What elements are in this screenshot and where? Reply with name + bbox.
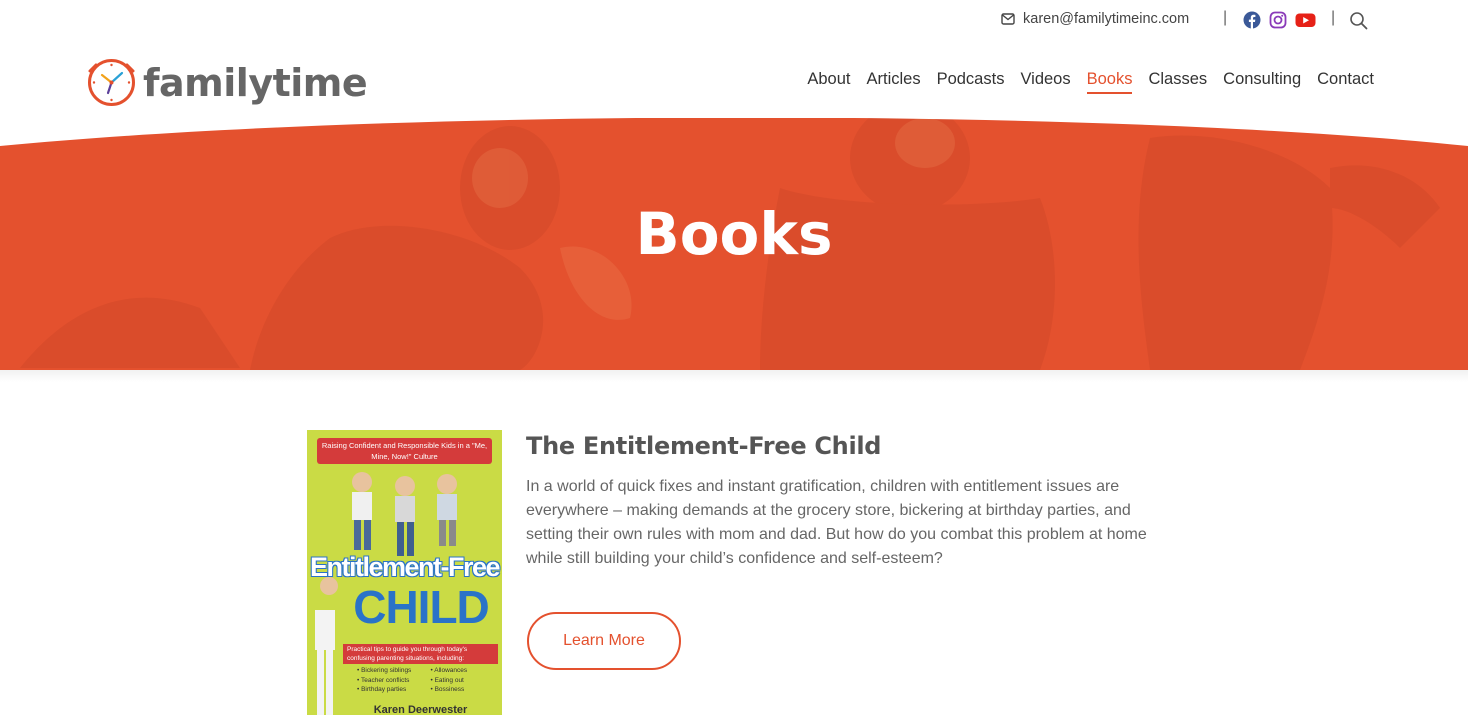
- cover-bullet: • Allowances: [430, 667, 468, 674]
- clock-icon: [88, 59, 135, 106]
- nav-consulting[interactable]: Consulting: [1223, 70, 1301, 94]
- book-description: In a world of quick fixes and instant gr…: [526, 478, 1147, 567]
- logo-wordmark: familytime: [143, 60, 368, 105]
- nav-classes[interactable]: Classes: [1148, 70, 1207, 94]
- search-icon[interactable]: [1349, 11, 1368, 30]
- nav-books[interactable]: Books: [1086, 70, 1133, 94]
- cover-bullet: • Bickering siblings: [357, 667, 412, 674]
- youtube-icon[interactable]: [1295, 11, 1316, 29]
- envelope-icon: [1001, 13, 1015, 25]
- page-title: Books: [635, 200, 833, 268]
- cover-title-line1: Entitlement-Free: [309, 552, 501, 582]
- cover-redbar: Practical tips to guide you through toda…: [343, 644, 498, 664]
- cover-bullets: • Bickering siblings • Teacher conflicts…: [357, 666, 497, 695]
- nav-videos[interactable]: Videos: [1020, 70, 1070, 94]
- email-text: karen@familytimeinc.com: [1023, 11, 1190, 27]
- cover-bullet: • Teacher conflicts: [357, 676, 410, 684]
- cover-bullet: • Eating out: [430, 676, 464, 684]
- instagram-icon[interactable]: [1269, 11, 1287, 29]
- cover-bullet: • Birthday parties: [357, 686, 407, 693]
- facebook-icon[interactable]: [1243, 11, 1261, 29]
- email-link[interactable]: karen@familytimeinc.com: [1001, 11, 1189, 27]
- top-utility-bar: karen@familytimeinc.com | |: [0, 0, 1468, 40]
- book-cover-image[interactable]: Raising Confident and Responsible Kids i…: [307, 430, 502, 715]
- learn-more-button[interactable]: Learn More: [527, 612, 681, 670]
- book-title[interactable]: The Entitlement-Free Child: [526, 432, 882, 460]
- cover-bullet: • Bossiness: [430, 686, 465, 693]
- separator: |: [1223, 9, 1228, 26]
- cover-child-figure: [315, 610, 335, 715]
- nav-about[interactable]: About: [807, 70, 850, 94]
- nav-podcasts[interactable]: Podcasts: [937, 70, 1005, 94]
- site-logo[interactable]: familytime: [86, 57, 368, 108]
- page-hero: Books: [0, 118, 1468, 370]
- main-nav: About Articles Podcasts Videos Books Cla…: [807, 70, 1374, 94]
- cover-title-line2: CHILD: [353, 581, 490, 633]
- nav-articles[interactable]: Articles: [866, 70, 920, 94]
- hero-divider: [0, 370, 1468, 382]
- cover-author: Karen Deerwester: [373, 704, 468, 715]
- nav-contact[interactable]: Contact: [1317, 70, 1374, 94]
- separator: |: [1331, 9, 1336, 26]
